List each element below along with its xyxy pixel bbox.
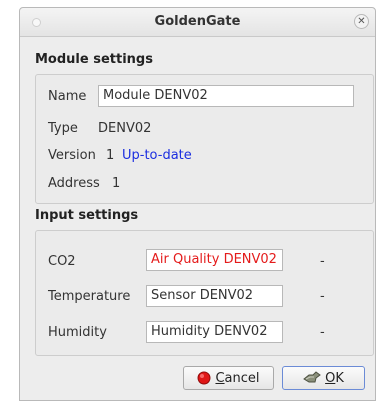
address-label: Address (48, 176, 100, 191)
name-label: Name (48, 89, 87, 104)
name-field[interactable]: Module DENV02 (98, 85, 354, 107)
cancel-label: Cancel (215, 370, 260, 386)
close-icon[interactable]: ✕ (354, 14, 369, 29)
window-title: GoldenGate (154, 14, 241, 29)
ok-button[interactable]: OK (282, 366, 365, 390)
version-value: 1 (106, 148, 115, 163)
temperature-input-field[interactable]: Sensor DENV02 (146, 285, 283, 307)
temperature-status: - (320, 289, 325, 304)
humidity-status: - (320, 325, 325, 340)
dialog-window: GoldenGate ✕ Module settings Name Module… (19, 7, 376, 401)
module-settings-panel: Name Module DENV02 Type DENV02 Version 1… (35, 74, 374, 204)
type-value: DENV02 (98, 121, 152, 136)
input-settings-heading: Input settings (35, 208, 139, 223)
co2-input-field[interactable]: Air Quality DENV02 (146, 249, 283, 271)
humidity-label: Humidity (48, 325, 107, 340)
temperature-label: Temperature (48, 289, 131, 304)
cancel-button[interactable]: Cancel (183, 366, 274, 390)
co2-label: CO2 (48, 254, 76, 269)
version-label: Version (48, 148, 96, 163)
title-bar: GoldenGate ✕ (20, 8, 375, 37)
ok-icon (303, 371, 321, 383)
input-settings-panel: CO2 Air Quality DENV02 - Temperature Sen… (35, 230, 374, 356)
version-status-link[interactable]: Up-to-date (122, 148, 192, 163)
module-settings-heading: Module settings (35, 52, 153, 67)
type-label: Type (48, 121, 78, 136)
co2-status: - (320, 254, 325, 269)
address-value: 1 (112, 176, 121, 191)
ok-label: OK (325, 370, 344, 386)
cancel-icon (197, 371, 211, 385)
humidity-input-field[interactable]: Humidity DENV02 (146, 321, 283, 343)
